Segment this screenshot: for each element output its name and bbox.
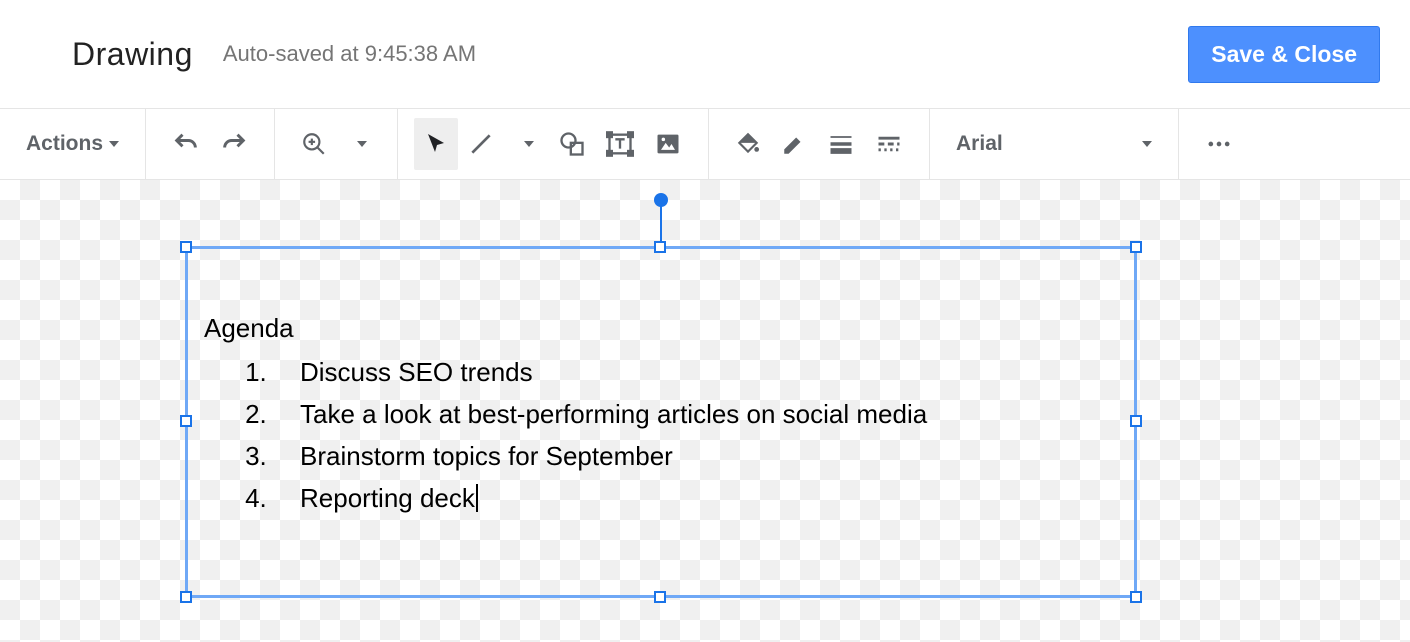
zoom-dropdown[interactable] — [337, 118, 381, 170]
line-icon — [468, 131, 494, 157]
resize-handle-top-left[interactable] — [180, 241, 192, 253]
toolbar: Actions — [0, 108, 1410, 180]
rotation-line — [660, 201, 662, 241]
zoom-button[interactable] — [291, 118, 337, 170]
caret-down-icon — [1142, 141, 1152, 147]
resize-handle-top-right[interactable] — [1130, 241, 1142, 253]
textbox-content[interactable]: Agenda Discuss SEO trends Take a look at… — [204, 307, 1118, 519]
select-tool[interactable] — [414, 118, 458, 170]
drawing-canvas[interactable]: Agenda Discuss SEO trends Take a look at… — [0, 180, 1410, 642]
resize-handle-bottom-right[interactable] — [1130, 591, 1142, 603]
selected-textbox[interactable]: Agenda Discuss SEO trends Take a look at… — [185, 246, 1137, 598]
resize-handle-top-middle[interactable] — [654, 241, 666, 253]
font-name-label: Arial — [956, 132, 1076, 156]
line-tool[interactable] — [458, 118, 504, 170]
border-dash-icon — [875, 130, 903, 158]
agenda-heading: Agenda — [204, 307, 1118, 349]
border-color-icon — [781, 131, 807, 157]
save-and-close-button[interactable]: Save & Close — [1188, 26, 1380, 83]
list-item-text: Brainstorm topics for September — [300, 441, 673, 471]
line-dropdown[interactable] — [504, 118, 548, 170]
border-dash-button[interactable] — [865, 118, 913, 170]
redo-icon — [220, 130, 248, 158]
rotation-handle[interactable] — [654, 193, 668, 207]
zoom-icon — [301, 131, 327, 157]
border-color-button[interactable] — [771, 118, 817, 170]
undo-button[interactable] — [162, 118, 210, 170]
select-icon — [424, 132, 448, 156]
list-item: Discuss SEO trends — [274, 351, 1118, 393]
dialog-header: Drawing Auto-saved at 9:45:38 AM Save & … — [0, 0, 1410, 108]
redo-button[interactable] — [210, 118, 258, 170]
list-item-text: Reporting deck — [300, 483, 475, 513]
image-tool[interactable] — [644, 118, 692, 170]
resize-handle-middle-left[interactable] — [180, 415, 192, 427]
actions-menu[interactable]: Actions — [16, 118, 129, 170]
list-item-text: Discuss SEO trends — [300, 357, 533, 387]
more-button[interactable] — [1195, 118, 1243, 170]
caret-down-icon — [524, 141, 534, 147]
text-cursor — [476, 484, 478, 512]
shape-tool[interactable] — [548, 118, 596, 170]
list-item: Take a look at best-performing articles … — [274, 393, 1118, 435]
caret-down-icon — [357, 141, 367, 147]
undo-icon — [172, 130, 200, 158]
textbox-icon — [606, 130, 634, 158]
border-weight-icon — [827, 130, 855, 158]
resize-handle-bottom-left[interactable] — [180, 591, 192, 603]
image-icon — [654, 130, 682, 158]
border-weight-button[interactable] — [817, 118, 865, 170]
agenda-list: Discuss SEO trends Take a look at best-p… — [204, 351, 1118, 519]
list-item: Reporting deck — [274, 477, 1118, 519]
caret-down-icon — [109, 141, 119, 147]
resize-handle-bottom-middle[interactable] — [654, 591, 666, 603]
textbox-tool[interactable] — [596, 118, 644, 170]
fill-color-icon — [735, 131, 761, 157]
actions-label: Actions — [26, 132, 103, 156]
shape-icon — [558, 130, 586, 158]
font-selector[interactable]: Arial — [946, 118, 1162, 170]
autosave-status: Auto-saved at 9:45:38 AM — [223, 41, 476, 67]
more-icon — [1205, 130, 1233, 158]
resize-handle-middle-right[interactable] — [1130, 415, 1142, 427]
dialog-title: Drawing — [72, 36, 193, 73]
list-item: Brainstorm topics for September — [274, 435, 1118, 477]
list-item-text: Take a look at best-performing articles … — [300, 399, 927, 429]
fill-color-button[interactable] — [725, 118, 771, 170]
